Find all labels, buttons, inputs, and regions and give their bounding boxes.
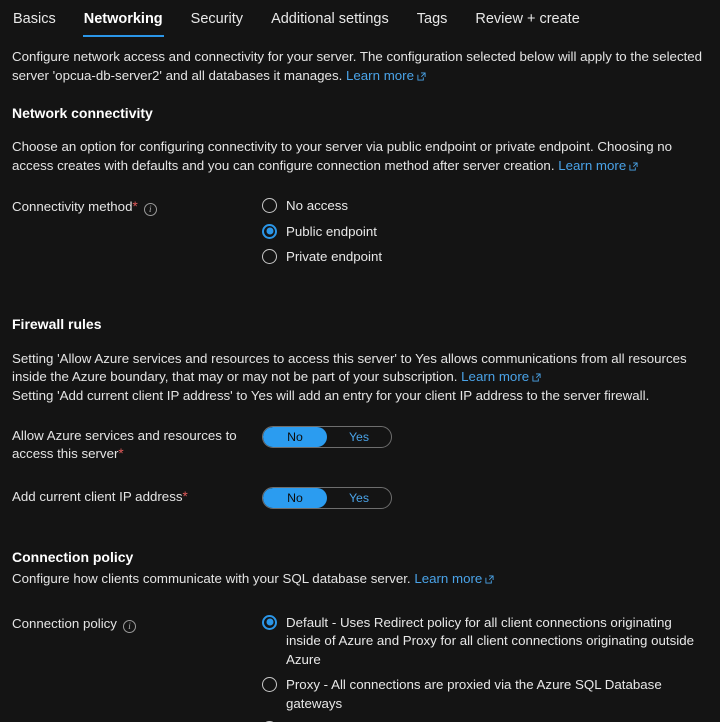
connection-policy-radio-group: Default - Uses Redirect policy for all c… bbox=[262, 614, 708, 722]
radio-private-endpoint-label: Private endpoint bbox=[286, 249, 383, 264]
tab-review-create[interactable]: Review + create bbox=[474, 11, 580, 37]
radio-circle-selected-icon bbox=[262, 223, 277, 239]
firewall-rules-learn-more-link[interactable]: Learn more bbox=[461, 369, 541, 384]
external-link-icon bbox=[629, 161, 638, 171]
intro-learn-more-label: Learn more bbox=[346, 67, 414, 83]
networking-tab-page: Basics Networking Security Additional se… bbox=[0, 0, 720, 722]
radio-policy-proxy-label: Proxy - All connections are proxied via … bbox=[286, 677, 662, 711]
connectivity-method-radio-group: No access Public endpoint Private endpoi… bbox=[262, 197, 708, 274]
info-icon[interactable]: i bbox=[122, 619, 136, 633]
radio-public-endpoint-label: Public endpoint bbox=[286, 223, 377, 239]
connectivity-method-label-text: Connectivity method bbox=[12, 199, 133, 214]
connectivity-method-field: Connectivity method* i No access Public e… bbox=[12, 197, 708, 274]
radio-no-access-label: No access bbox=[286, 198, 349, 213]
radio-policy-proxy[interactable]: Proxy - All connections are proxied via … bbox=[262, 676, 708, 713]
add-client-ip-field: Add current client IP address* No Yes bbox=[12, 487, 708, 509]
connection-policy-title: Connection policy bbox=[12, 549, 134, 565]
radio-circle-icon bbox=[262, 677, 277, 692]
intro-learn-more-link[interactable]: Learn more bbox=[346, 68, 426, 83]
radio-private-endpoint[interactable]: Private endpoint bbox=[262, 248, 708, 267]
required-asterisk: * bbox=[118, 446, 124, 461]
add-client-ip-label: Add current client IP address* bbox=[12, 487, 262, 506]
add-client-ip-toggle[interactable]: No Yes bbox=[262, 487, 392, 509]
radio-circle-icon bbox=[262, 249, 277, 264]
tab-networking-label: Networking bbox=[83, 11, 163, 27]
allow-azure-services-field: Allow Azure services and resources to ac… bbox=[12, 426, 708, 463]
network-connectivity-learn-more-label: Learn more bbox=[558, 157, 627, 173]
wizard-tab-bar: Basics Networking Security Additional se… bbox=[12, 0, 708, 42]
firewall-rules-description-line2: Setting 'Add current client IP address' … bbox=[12, 387, 650, 403]
tab-basics-label: Basics bbox=[13, 11, 56, 27]
tab-security-label: Security bbox=[190, 11, 244, 27]
tab-additional-settings-label: Additional settings bbox=[271, 11, 389, 27]
external-link-icon bbox=[417, 71, 426, 81]
network-connectivity-description: Choose an option for configuring connect… bbox=[12, 138, 708, 175]
network-connectivity-learn-more-link[interactable]: Learn more bbox=[558, 158, 638, 173]
radio-circle-icon bbox=[262, 198, 277, 213]
tab-tags[interactable]: Tags bbox=[416, 11, 449, 37]
radio-no-access[interactable]: No access bbox=[262, 197, 708, 216]
tab-tags-label: Tags bbox=[416, 11, 448, 27]
connection-policy-label-text: Connection policy bbox=[12, 615, 117, 631]
toggle-option-yes[interactable]: Yes bbox=[327, 488, 391, 508]
network-connectivity-section: Network connectivity Choose an option fo… bbox=[12, 105, 708, 274]
page-intro-text: Configure network access and connectivit… bbox=[12, 48, 706, 85]
info-icon[interactable]: i bbox=[143, 203, 157, 216]
external-link-icon bbox=[532, 373, 541, 382]
tab-additional-settings[interactable]: Additional settings bbox=[270, 11, 390, 37]
connection-policy-field: Connection policy i Default - Uses Redire… bbox=[12, 614, 708, 722]
network-connectivity-title: Network connectivity bbox=[12, 105, 153, 121]
firewall-rules-description-line1: Setting 'Allow Azure services and resour… bbox=[12, 350, 687, 385]
radio-policy-default-label: Default - Uses Redirect policy for all c… bbox=[286, 614, 695, 667]
firewall-rules-title: Firewall rules bbox=[12, 315, 102, 332]
toggle-option-no[interactable]: No bbox=[263, 427, 327, 447]
tab-networking[interactable]: Networking bbox=[82, 11, 164, 37]
radio-policy-default[interactable]: Default - Uses Redirect policy for all c… bbox=[262, 614, 708, 670]
connectivity-method-label: Connectivity method* i bbox=[12, 197, 262, 216]
add-client-ip-control: No Yes bbox=[262, 487, 708, 509]
add-client-ip-label-text: Add current client IP address bbox=[12, 489, 183, 504]
radio-circle-selected-icon bbox=[262, 614, 277, 630]
tab-security[interactable]: Security bbox=[190, 11, 244, 37]
firewall-rules-learn-more-label: Learn more bbox=[461, 369, 530, 384]
connection-policy-description-body: Configure how clients communicate with y… bbox=[12, 571, 411, 586]
tab-basics[interactable]: Basics bbox=[12, 11, 57, 37]
radio-public-endpoint[interactable]: Public endpoint bbox=[262, 223, 708, 242]
required-asterisk: * bbox=[132, 199, 138, 214]
toggle-option-yes[interactable]: Yes bbox=[327, 427, 391, 447]
tab-review-create-label: Review + create bbox=[475, 11, 580, 27]
allow-azure-services-label-text: Allow Azure services and resources to ac… bbox=[12, 428, 237, 461]
firewall-rules-description: Setting 'Allow Azure services and resour… bbox=[12, 350, 708, 406]
allow-azure-services-toggle[interactable]: No Yes bbox=[262, 426, 392, 448]
connection-policy-learn-more-link[interactable]: Learn more bbox=[414, 571, 494, 586]
required-asterisk: * bbox=[182, 489, 188, 504]
external-link-icon bbox=[485, 575, 494, 584]
allow-azure-services-label: Allow Azure services and resources to ac… bbox=[12, 426, 262, 463]
toggle-option-no[interactable]: No bbox=[263, 488, 327, 508]
connection-policy-description: Configure how clients communicate with y… bbox=[12, 570, 708, 589]
connection-policy-label: Connection policy i bbox=[12, 614, 262, 633]
connection-policy-learn-more-label: Learn more bbox=[414, 571, 483, 586]
firewall-rules-section: Firewall rules Setting 'Allow Azure serv… bbox=[12, 315, 708, 509]
connection-policy-section: Connection policy Configure how clients … bbox=[12, 549, 708, 722]
allow-azure-services-control: No Yes bbox=[262, 426, 708, 448]
